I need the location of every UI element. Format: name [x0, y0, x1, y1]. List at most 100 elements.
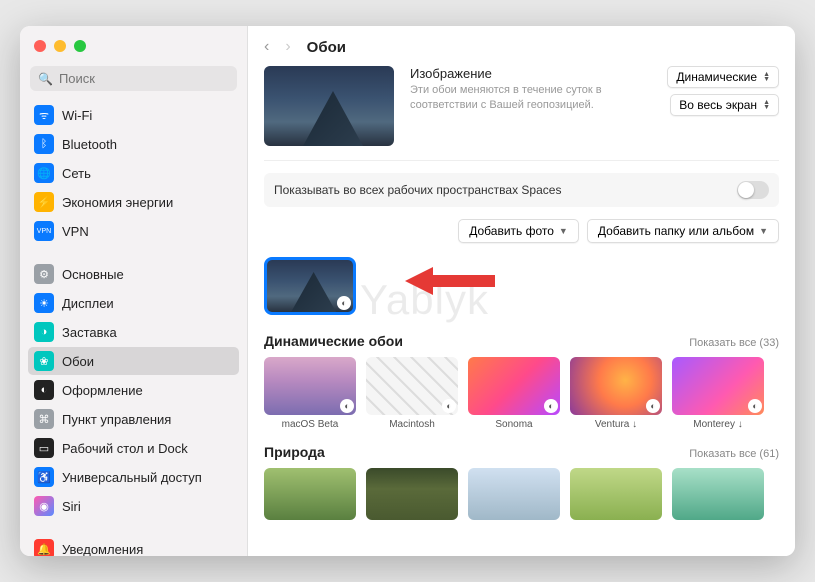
- sidebar-item-control-center[interactable]: ⌘ Пункт управления: [28, 405, 239, 433]
- sidebar-item-label: Дисплеи: [62, 296, 114, 311]
- bell-icon: 🔔: [34, 539, 54, 556]
- sidebar-item-notifications[interactable]: 🔔 Уведомления: [28, 535, 239, 556]
- section-dynamic-header: Динамические обои Показать все (33): [264, 333, 779, 349]
- wallpaper-preview-row: Изображение Эти обои меняются в течение …: [264, 66, 779, 161]
- dynamic-badge-icon: ◐: [748, 399, 762, 413]
- chevron-down-icon: ▼: [759, 226, 768, 236]
- sidebar-item-label: Сеть: [62, 166, 91, 181]
- gear-icon: ⚙: [34, 264, 54, 284]
- network-icon: 🌐: [34, 163, 54, 183]
- wallpaper-thumb-macintosh[interactable]: ◐ Macintosh: [366, 357, 458, 430]
- minimize-button[interactable]: [54, 40, 66, 52]
- sidebar-item-screensaver[interactable]: ◑Заставка: [28, 318, 239, 346]
- dynamic-badge-icon: ◐: [340, 399, 354, 413]
- accessibility-icon: ♿: [34, 467, 54, 487]
- select-dynamic-type[interactable]: Динамические ▲▼: [667, 66, 779, 88]
- siri-icon: ◉: [34, 496, 54, 516]
- nature-thumbs-row: [264, 468, 779, 520]
- sidebar-item-label: Оформление: [62, 383, 143, 398]
- select-label: Динамические: [676, 70, 757, 84]
- back-button[interactable]: ‹: [264, 38, 269, 56]
- show-all-link[interactable]: Показать все (33): [689, 337, 779, 349]
- wallpaper-thumb-nature[interactable]: [672, 468, 764, 520]
- search-icon: 🔍: [38, 72, 53, 86]
- dynamic-badge-icon: ◐: [442, 399, 456, 413]
- appearance-icon: ◐: [34, 380, 54, 400]
- add-photo-button[interactable]: Добавить фото▼: [458, 219, 579, 243]
- wallpaper-type-label: Изображение: [410, 66, 651, 81]
- wallpaper-thumb-nature[interactable]: [570, 468, 662, 520]
- thumb-label: Sonoma: [495, 419, 532, 430]
- sidebar-item-label: Bluetooth: [62, 137, 117, 152]
- dock-icon: ▭: [34, 438, 54, 458]
- section-title: Динамические обои: [264, 333, 403, 349]
- dynamic-badge-icon: ◐: [337, 296, 351, 310]
- fullscreen-button[interactable]: [74, 40, 86, 52]
- section-nature-header: Природа Показать все (61): [264, 444, 779, 460]
- show-all-link[interactable]: Показать все (61): [689, 448, 779, 460]
- wallpaper-thumb-monterey[interactable]: ◐ Monterey ↓: [672, 357, 764, 430]
- control-center-icon: ⌘: [34, 409, 54, 429]
- show-all-spaces-row: Показывать во всех рабочих пространствах…: [264, 173, 779, 207]
- vpn-icon: VPN: [34, 221, 54, 241]
- button-label: Добавить папку или альбом: [598, 224, 754, 238]
- sidebar-item-siri[interactable]: ◉Siri: [28, 492, 239, 520]
- sidebar-item-wifi[interactable]: ᯤWi-Fi: [28, 101, 239, 129]
- wallpaper-thumb-ventura[interactable]: ◐ Ventura ↓: [570, 357, 662, 430]
- sidebar-item-label: Обои: [62, 354, 94, 369]
- wallpaper-thumb-sonoma[interactable]: ◐Sonoma: [468, 357, 560, 430]
- wallpaper-thumb-nature[interactable]: [468, 468, 560, 520]
- chevron-updown-icon: ▲▼: [763, 100, 770, 110]
- wallpaper-thumb-nature[interactable]: [366, 468, 458, 520]
- add-folder-button[interactable]: Добавить папку или альбом ▼: [587, 219, 779, 243]
- sidebar-item-bluetooth[interactable]: ᛒBluetooth: [28, 130, 239, 158]
- action-buttons: Добавить фото▼ Добавить папку или альбом…: [264, 219, 779, 243]
- forward-button[interactable]: ›: [285, 38, 290, 56]
- select-fill-mode[interactable]: Во весь экран ▲▼: [670, 94, 779, 116]
- wallpaper-description: Эти обои меняются в течение суток в соот…: [410, 83, 651, 114]
- dynamic-badge-icon: ◐: [646, 399, 660, 413]
- search-field[interactable]: 🔍: [30, 66, 237, 91]
- wallpaper-preview: [264, 66, 394, 146]
- wallpaper-selects: Динамические ▲▼ Во весь экран ▲▼: [667, 66, 779, 146]
- sidebar-item-vpn[interactable]: VPNVPN: [28, 217, 239, 245]
- thumb-label: Ventura ↓: [595, 419, 637, 430]
- system-settings-window: 🔍 ᯤWi-Fi ᛒBluetooth 🌐 Сеть ⚡Экономия энер…: [20, 26, 795, 556]
- thumb-label: Monterey ↓: [693, 419, 742, 430]
- sidebar-item-label: Рабочий стол и Dock: [62, 441, 188, 456]
- wallpaper-thumb-beta[interactable]: ◐macOS Beta: [264, 357, 356, 430]
- content: Изображение Эти обои меняются в течение …: [248, 66, 795, 556]
- sidebar: 🔍 ᯤWi-Fi ᛒBluetooth 🌐 Сеть ⚡Экономия энер…: [20, 26, 248, 556]
- sidebar-item-label: Экономия энергии: [62, 195, 173, 210]
- display-icon: ☀: [34, 293, 54, 313]
- wallpaper-thumb-nature[interactable]: [264, 468, 356, 520]
- sidebar-item-general[interactable]: ⚙ Основные: [28, 260, 239, 288]
- sidebar-item-appearance[interactable]: ◐ Оформление: [28, 376, 239, 404]
- sidebar-item-wallpaper[interactable]: ❀Обои: [28, 347, 239, 375]
- sidebar-item-label: Пункт управления: [62, 412, 171, 427]
- sidebar-item-network[interactable]: 🌐 Сеть: [28, 159, 239, 187]
- sidebar-item-label: Уведомления: [62, 542, 143, 557]
- sidebar-item-dock[interactable]: ▭ Рабочий стол и Dock: [28, 434, 239, 462]
- chevron-down-icon: ▼: [559, 226, 568, 236]
- sidebar-item-label: Основные: [62, 267, 124, 282]
- sidebar-nav: ᯤWi-Fi ᛒBluetooth 🌐 Сеть ⚡Экономия энерги…: [20, 101, 247, 556]
- thumb-label: macOS Beta: [282, 419, 339, 430]
- show-all-spaces-label: Показывать во всех рабочих пространствах…: [274, 183, 561, 197]
- dynamic-thumbs-row: ◐macOS Beta ◐Macintosh ◐Sonoma ◐Ventura …: [264, 357, 779, 430]
- sidebar-item-energy[interactable]: ⚡Экономия энергии: [28, 188, 239, 216]
- current-wallpaper-thumb[interactable]: ◐: [264, 257, 356, 315]
- chevron-updown-icon: ▲▼: [763, 72, 770, 82]
- window-controls: [20, 26, 247, 62]
- select-label: Во весь экран: [679, 98, 757, 112]
- search-input[interactable]: [59, 71, 229, 86]
- close-button[interactable]: [34, 40, 46, 52]
- wifi-icon: ᯤ: [34, 105, 54, 125]
- sidebar-item-label: Универсальный доступ: [62, 470, 202, 485]
- main-panel: ‹ › Обои Изображение Эти обои меняются в…: [248, 26, 795, 556]
- sidebar-item-displays[interactable]: ☀ Дисплеи: [28, 289, 239, 317]
- sidebar-item-accessibility[interactable]: ♿ Универсальный доступ: [28, 463, 239, 491]
- thumb-label: Macintosh: [389, 419, 435, 430]
- screensaver-icon: ◑: [34, 322, 54, 342]
- show-all-spaces-toggle[interactable]: [737, 181, 769, 199]
